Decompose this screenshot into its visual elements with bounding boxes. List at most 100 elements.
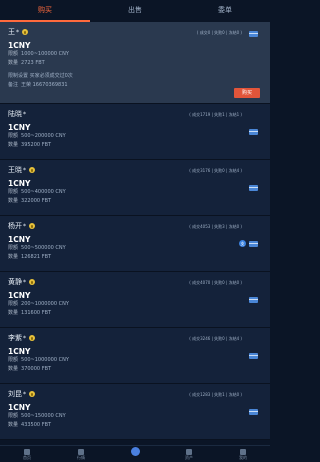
qty-value: 370000 FBT bbox=[21, 366, 52, 372]
trade-icon bbox=[130, 447, 140, 456]
offer-card[interactable]: 刘昆 * ( 成交1283 | 失败1 | 冻结0 ) 1CNY 限额 500~15… bbox=[0, 384, 270, 440]
tab-sell[interactable]: 出售 bbox=[90, 0, 180, 22]
offer-card[interactable]: 王晓 * ( 成交3176 | 失败0 | 冻结4 ) 1CNY 限额 500~40… bbox=[0, 160, 270, 216]
remark-row: 备注 王荣 16670369831 bbox=[8, 81, 262, 90]
nav-home[interactable]: 首页 bbox=[0, 446, 54, 462]
seller-name: 杨开 bbox=[8, 222, 22, 230]
limit-setting: 限制设置 买家必须成交过0次 bbox=[8, 73, 73, 79]
trade-tabs: 购买 出售 委单 bbox=[0, 0, 270, 22]
tab-orders[interactable]: 委单 bbox=[180, 0, 270, 22]
medal-icon bbox=[29, 335, 35, 341]
seller-stats: ( 成交4053 | 失败3 | 冻结0 ) bbox=[189, 224, 242, 229]
limit-value: 500~400000 CNY bbox=[21, 189, 66, 195]
qty-label: 数量 bbox=[8, 60, 19, 66]
verified-star-icon: * bbox=[23, 222, 26, 230]
price: 1CNY bbox=[8, 179, 31, 188]
nav-label: 我的 bbox=[239, 455, 247, 460]
offer-card[interactable]: 王 * ( 成交0 | 失败0 | 冻结0 ) 1CNY 限额 1000~10000… bbox=[0, 22, 270, 104]
seller-stats: ( 成交3246 | 失败0 | 冻结4 ) bbox=[189, 336, 242, 341]
qty-row: 数量 433500 FBT bbox=[8, 421, 262, 430]
qty-row: 数量 395200 FBT bbox=[8, 141, 262, 150]
seller-name: 王晓 bbox=[8, 166, 22, 174]
qty-value: 322000 FBT bbox=[21, 198, 52, 204]
seller-name: 黄静 bbox=[8, 278, 22, 286]
offer-list: 王 * ( 成交0 | 失败0 | 冻结0 ) 1CNY 限额 1000~10000… bbox=[0, 22, 270, 440]
seller-stats: ( 成交1283 | 失败1 | 冻结0 ) bbox=[189, 392, 242, 397]
price: 1CNY bbox=[8, 291, 31, 300]
limit-row: 限额 1000~100000 CNY bbox=[8, 50, 262, 59]
price: 1CNY bbox=[8, 123, 31, 132]
verified-star-icon: * bbox=[23, 390, 26, 398]
qty-label: 数量 bbox=[8, 422, 19, 428]
offer-card[interactable]: 陆晓 * ( 成交1719 | 失败1 | 冻结1 ) 1CNY 限额 500~20… bbox=[0, 104, 270, 160]
seller-name: 王 bbox=[8, 28, 15, 36]
remark-label: 备注 bbox=[8, 82, 19, 88]
limit-label: 限额 bbox=[8, 133, 19, 139]
seller-stats: ( 成交1719 | 失败1 | 冻结1 ) bbox=[189, 112, 242, 117]
qty-row: 数量 370000 FBT bbox=[8, 365, 262, 374]
bank-card-icon bbox=[249, 241, 258, 247]
remark-value: 王荣 16670369831 bbox=[21, 82, 68, 88]
limit-label: 限额 bbox=[8, 357, 19, 363]
medal-icon bbox=[22, 29, 28, 35]
qty-value: 2723 FBT bbox=[21, 60, 45, 66]
seller-stats: ( 成交4070 | 失败0 | 冻结0 ) bbox=[189, 280, 242, 285]
limit-row: 限额 500~400000 CNY bbox=[8, 188, 262, 197]
verified-star-icon: * bbox=[23, 278, 26, 286]
price: 1CNY bbox=[8, 347, 31, 356]
limit-row: 限额 500~500000 CNY bbox=[8, 244, 262, 253]
offer-card[interactable]: 黄静 * ( 成交4070 | 失败0 | 冻结0 ) 1CNY 限额 200~10… bbox=[0, 272, 270, 328]
nav-label: 行情 bbox=[77, 455, 85, 460]
price: 1CNY bbox=[8, 403, 31, 412]
nav-label: 首页 bbox=[23, 455, 31, 460]
medal-icon bbox=[29, 279, 35, 285]
qty-label: 数量 bbox=[8, 198, 19, 204]
qty-label: 数量 bbox=[8, 310, 19, 316]
bank-card-icon bbox=[249, 297, 258, 303]
limit-value: 500~150000 CNY bbox=[21, 413, 66, 419]
limit-label: 限额 bbox=[8, 245, 19, 251]
qty-row: 数量 322000 FBT bbox=[8, 197, 262, 206]
seller-stats: ( 成交0 | 失败0 | 冻结0 ) bbox=[196, 30, 242, 35]
offer-card[interactable]: 杨开 * ( 成交4053 | 失败3 | 冻结0 ) 支 1CNY 限额 500~… bbox=[0, 216, 270, 272]
verified-star-icon: * bbox=[23, 110, 26, 118]
alipay-icon: 支 bbox=[239, 240, 246, 247]
tab-buy[interactable]: 购买 bbox=[0, 0, 90, 22]
qty-label: 数量 bbox=[8, 142, 19, 148]
qty-value: 126821 FBT bbox=[21, 254, 52, 260]
limit-value: 200~1000000 CNY bbox=[21, 301, 69, 307]
qty-row: 数量 2723 FBT bbox=[8, 59, 262, 68]
limit-row: 限额 500~200000 CNY bbox=[8, 132, 262, 141]
nav-profile[interactable]: 我的 bbox=[216, 446, 270, 462]
medal-icon bbox=[29, 391, 35, 397]
limit-row: 限额 200~1000000 CNY bbox=[8, 300, 262, 309]
qty-label: 数量 bbox=[8, 366, 19, 372]
limit-value: 500~500000 CNY bbox=[21, 245, 66, 251]
bank-card-icon bbox=[249, 353, 258, 359]
limit-value: 500~200000 CNY bbox=[21, 133, 66, 139]
limit-value: 500~1000000 CNY bbox=[21, 357, 69, 363]
qty-label: 数量 bbox=[8, 254, 19, 260]
price: 1CNY bbox=[8, 41, 31, 50]
limit-row: 限额 500~150000 CNY bbox=[8, 412, 262, 421]
medal-icon bbox=[29, 167, 35, 173]
limit-row: 限额 500~1000000 CNY bbox=[8, 356, 262, 365]
bank-card-icon bbox=[249, 409, 258, 415]
limit-label: 限额 bbox=[8, 413, 19, 419]
bank-card-icon bbox=[249, 185, 258, 191]
nav-trade[interactable] bbox=[108, 446, 162, 462]
nav-assets[interactable]: 资产 bbox=[162, 446, 216, 462]
qty-row: 数量 126821 FBT bbox=[8, 253, 262, 262]
buy-button[interactable]: 购买 bbox=[234, 88, 260, 98]
verified-star-icon: * bbox=[23, 334, 26, 342]
qty-value: 131600 FBT bbox=[21, 310, 52, 316]
seller-name: 李紫 bbox=[8, 334, 22, 342]
verified-star-icon: * bbox=[16, 28, 19, 36]
limit-label: 限额 bbox=[8, 51, 19, 57]
bank-card-icon bbox=[249, 31, 258, 37]
bank-card-icon bbox=[249, 129, 258, 135]
offer-card[interactable]: 李紫 * ( 成交3246 | 失败0 | 冻结4 ) 1CNY 限额 500~10… bbox=[0, 328, 270, 384]
seller-stats: ( 成交3176 | 失败0 | 冻结4 ) bbox=[189, 168, 242, 173]
nav-market[interactable]: 行情 bbox=[54, 446, 108, 462]
limit-label: 限额 bbox=[8, 301, 19, 307]
